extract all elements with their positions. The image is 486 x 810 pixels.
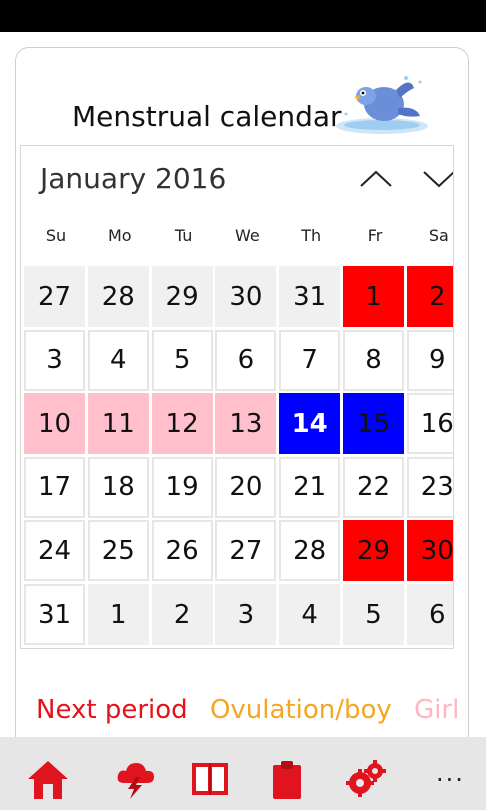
day-cell[interactable]: 10 [24, 393, 85, 455]
day-cell[interactable]: 11 [87, 393, 149, 455]
day-cell[interactable]: 30 [406, 520, 453, 582]
diary-button[interactable] [188, 757, 232, 801]
legend-next-period: Next period [36, 695, 188, 725]
weekday-label: Th [301, 226, 322, 245]
day-cell[interactable]: 4 [87, 329, 149, 391]
day-cell[interactable]: 31 [279, 266, 341, 327]
chevron-down-icon [423, 171, 453, 188]
day-cell[interactable]: 21 [279, 456, 341, 518]
day-cell[interactable]: 26 [151, 520, 213, 582]
previous-month-button[interactable] [358, 164, 394, 194]
legend-ovulation-boy: Ovulation/boy [209, 695, 392, 725]
calendar: January 2016 Su Mo Tu We Th Fr Sa 27 28 29 30 31 1 2… [20, 145, 454, 649]
notes-button[interactable] [265, 757, 309, 801]
weekday-label: Tu [174, 226, 193, 245]
day-cell[interactable]: 23 [406, 456, 453, 518]
day-cell[interactable]: 27 [24, 266, 85, 327]
app-bar: ... [0, 737, 486, 810]
settings-button[interactable] [344, 757, 388, 801]
home-button[interactable] [26, 757, 70, 801]
weekday-label: We [235, 226, 260, 245]
day-cell[interactable]: 7 [279, 329, 341, 391]
day-cell[interactable]: 6 [215, 329, 277, 391]
app-title: Menstrual calendar [72, 100, 342, 133]
more-options-button[interactable]: ... [436, 759, 465, 787]
legend-girl: Girl [414, 695, 460, 725]
book-icon [192, 763, 228, 795]
next-month-button[interactable] [421, 164, 453, 194]
day-cell[interactable]: 15 [343, 393, 404, 455]
home-icon [28, 761, 68, 799]
weekday-label: Su [45, 226, 67, 245]
day-cell[interactable]: 13 [215, 393, 277, 455]
day-cell[interactable]: 2 [151, 584, 213, 645]
day-cell[interactable]: 2 [406, 266, 453, 327]
gears-icon [346, 760, 386, 797]
day-cell[interactable]: 31 [24, 584, 85, 645]
weekday-label: Fr [367, 226, 383, 245]
weekday-label: Sa [428, 226, 449, 245]
legend: Next period Ovulation/boy Girl [36, 695, 462, 725]
day-cell[interactable]: 6 [406, 584, 453, 645]
weekday-header: Su Mo Tu We Th Fr Sa [21, 226, 453, 250]
day-cell[interactable]: 4 [279, 584, 341, 645]
clipboard-icon [273, 761, 301, 799]
day-cell[interactable]: 17 [24, 456, 85, 518]
weather-button[interactable] [114, 757, 158, 801]
day-cell[interactable]: 9 [406, 329, 453, 391]
cloud-lightning-icon [117, 763, 154, 799]
chevron-up-icon [360, 170, 392, 187]
day-cell[interactable]: 29 [343, 520, 404, 582]
day-cell[interactable]: 30 [215, 266, 277, 327]
month-label: January 2016 [40, 162, 227, 195]
day-cell[interactable]: 20 [215, 456, 277, 518]
day-cell[interactable]: 5 [151, 329, 213, 391]
day-cell[interactable]: 28 [87, 266, 149, 327]
day-cell[interactable]: 22 [343, 456, 404, 518]
status-bar [0, 0, 486, 32]
bird-mascot-icon [336, 76, 428, 134]
day-cell[interactable]: 25 [87, 520, 149, 582]
day-cell[interactable]: 1 [343, 266, 404, 327]
day-cell[interactable]: 18 [87, 456, 149, 518]
day-cell[interactable]: 5 [343, 584, 404, 645]
day-cell[interactable]: 29 [151, 266, 213, 327]
day-cell[interactable]: 3 [215, 584, 277, 645]
day-cell[interactable]: 24 [24, 520, 85, 582]
weekday-label: Mo [108, 226, 132, 245]
day-cell[interactable]: 3 [24, 329, 85, 391]
day-cell[interactable]: 19 [151, 456, 213, 518]
day-cell[interactable]: 12 [151, 393, 213, 455]
day-cell[interactable]: 8 [343, 329, 404, 391]
day-cell[interactable]: 14 [279, 393, 341, 455]
day-cell[interactable]: 27 [215, 520, 277, 582]
day-cell[interactable]: 16 [406, 393, 453, 455]
day-cell[interactable]: 28 [279, 520, 341, 582]
day-cell[interactable]: 1 [87, 584, 149, 645]
